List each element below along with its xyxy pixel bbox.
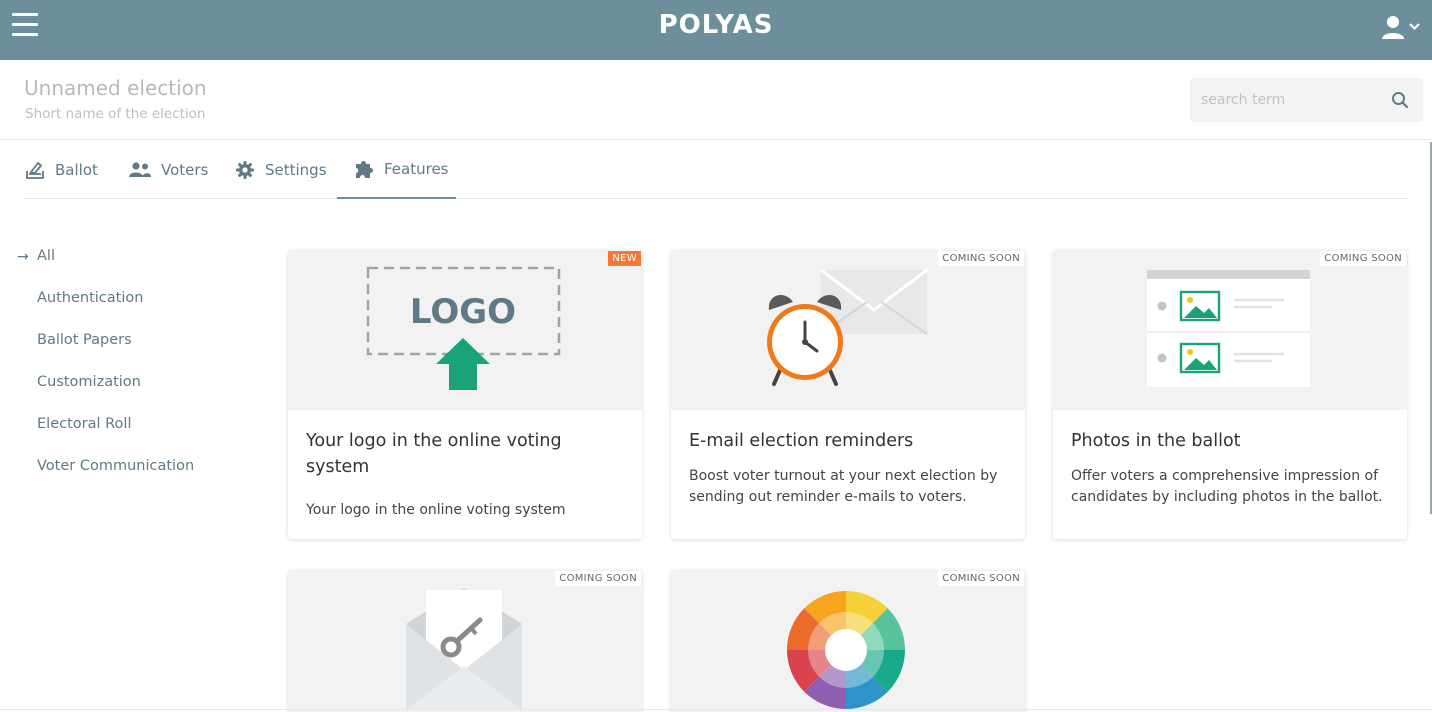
- card-illustration: [1053, 250, 1407, 410]
- card-illustration: [671, 570, 1025, 712]
- user-menu-button[interactable]: [1378, 14, 1422, 42]
- tab-settings[interactable]: Settings: [234, 140, 327, 199]
- search-input[interactable]: [1190, 78, 1380, 122]
- feature-card-secure-letter[interactable]: COMING SOON: [288, 570, 642, 712]
- coming-soon-badge: COMING SOON: [938, 251, 1024, 266]
- tab-ballot[interactable]: Ballot: [24, 140, 98, 199]
- bottom-divider: [0, 709, 1432, 710]
- coming-soon-badge: COMING SOON: [1320, 251, 1406, 266]
- card-title: Photos in the ballot: [1071, 431, 1241, 451]
- category-all[interactable]: All: [37, 248, 55, 264]
- category-ballot-papers[interactable]: Ballot Papers: [37, 332, 132, 348]
- category-authentication[interactable]: Authentication: [37, 290, 143, 306]
- category-voter-communication[interactable]: Voter Communication: [37, 458, 194, 474]
- gear-icon: [236, 160, 254, 179]
- envelope-key-illustration: [406, 588, 522, 710]
- search-box: [1190, 78, 1423, 122]
- card-description: Your logo in the online voting system: [306, 502, 566, 518]
- card-title: E-mail election reminders: [689, 431, 914, 451]
- card-illustration: LOGO: [288, 250, 642, 410]
- category-customization[interactable]: Customization: [37, 374, 141, 390]
- search-icon[interactable]: [1390, 90, 1410, 110]
- card-title: Your logo in the online voting system: [306, 431, 562, 477]
- election-short-name[interactable]: Short name of the election: [25, 106, 206, 122]
- card-description: Offer voters a comprehensive impression …: [1071, 468, 1383, 505]
- card-description: Boost voter turnout at your next electio…: [689, 468, 998, 505]
- ballot-box-icon: [26, 161, 44, 179]
- feature-card-logo[interactable]: LOGO NEW Your logo in the online voting …: [288, 250, 642, 539]
- feature-card-photos[interactable]: COMING SOON Photos in the ballot Offer v…: [1053, 250, 1407, 539]
- people-icon: [129, 161, 151, 177]
- puzzle-icon: [356, 160, 373, 178]
- tab-label: Voters: [161, 160, 209, 179]
- arrow-right-icon: →: [17, 249, 29, 265]
- logo-illustration-text: LOGO: [410, 292, 516, 332]
- user-icon: [1382, 16, 1420, 39]
- feature-card-customization[interactable]: COMING SOON: [671, 570, 1025, 712]
- election-header: Unnamed election Short name of the elect…: [0, 60, 1432, 140]
- tab-label: Settings: [265, 160, 327, 179]
- color-wheel-illustration: [787, 591, 905, 709]
- tab-label: Features: [384, 159, 449, 178]
- tab-voters[interactable]: Voters: [128, 140, 208, 199]
- brand-logo[interactable]: POLYAS: [0, 10, 1432, 40]
- category-electoral-roll[interactable]: Electoral Roll: [37, 416, 131, 432]
- new-badge: NEW: [608, 251, 641, 266]
- ballot-photos-illustration: [1147, 270, 1310, 387]
- logo-upload-illustration: LOGO: [366, 266, 561, 390]
- card-illustration: [671, 250, 1025, 410]
- feature-card-email-reminders[interactable]: COMING SOON E-mail election reminders Bo…: [671, 250, 1025, 539]
- tab-bar: Ballot Voters Settings Features: [24, 140, 1408, 199]
- coming-soon-badge: COMING SOON: [938, 571, 1024, 586]
- coming-soon-badge: COMING SOON: [555, 571, 641, 586]
- tab-features[interactable]: Features: [337, 140, 456, 199]
- election-title[interactable]: Unnamed election: [24, 76, 207, 100]
- tab-label: Ballot: [55, 160, 98, 179]
- alarm-clock-envelope-illustration: [767, 268, 928, 386]
- card-illustration: [288, 570, 642, 712]
- top-bar: POLYAS: [0, 0, 1432, 60]
